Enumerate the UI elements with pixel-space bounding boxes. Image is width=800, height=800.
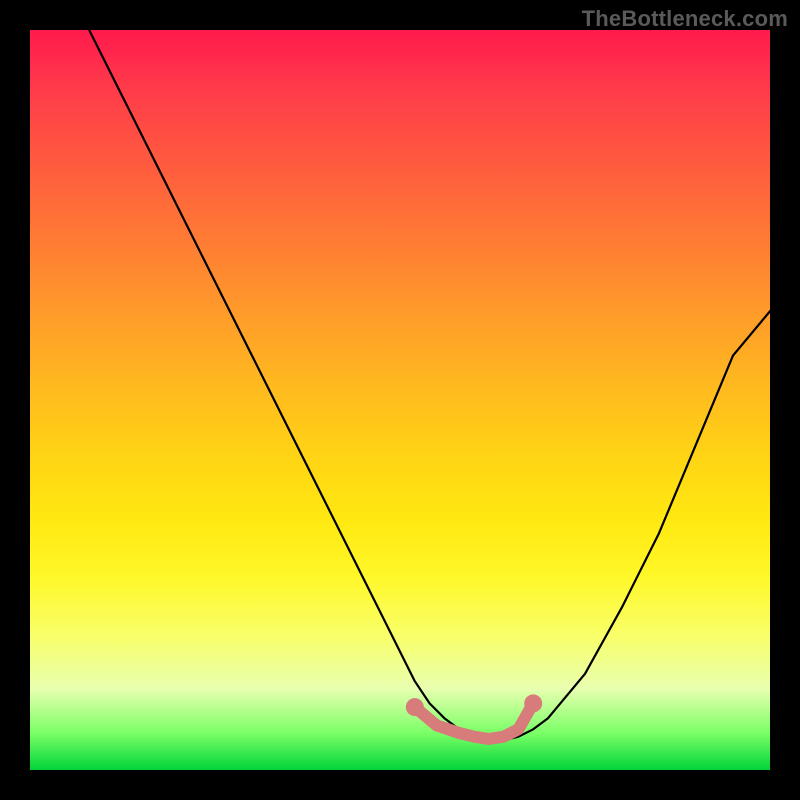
curve-path [89,30,770,740]
marker-path [415,703,533,739]
marker-end-dot [524,694,542,712]
chart-frame: TheBottleneck.com [0,0,800,800]
bottleneck-curve-line [89,30,770,740]
plot-area [30,30,770,770]
marker-start-dot [406,698,424,716]
optimal-range-marker [406,694,542,739]
watermark-text: TheBottleneck.com [582,6,788,32]
chart-svg [30,30,770,770]
